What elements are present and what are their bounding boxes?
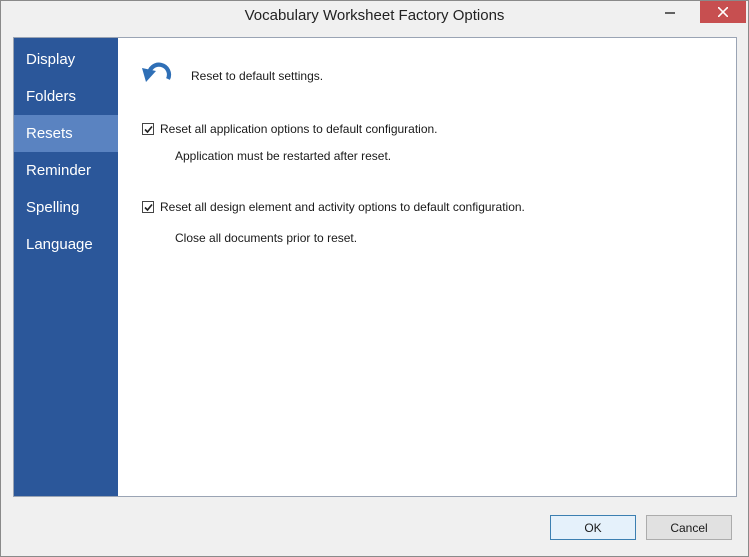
options-dialog: Vocabulary Worksheet Factory Options Dis… [0, 0, 749, 557]
restart-note: Application must be restarted after rese… [175, 149, 392, 163]
sidebar-item-reminder[interactable]: Reminder [14, 152, 118, 189]
checkbox-box[interactable] [142, 123, 154, 135]
reset-design-options-label: Reset all design element and activity op… [160, 200, 525, 214]
sidebar-item-spelling[interactable]: Spelling [14, 189, 118, 226]
minimize-icon [665, 12, 675, 14]
sidebar: Display Folders Resets Reminder Spelling… [14, 38, 118, 496]
checkbox-box[interactable] [142, 201, 154, 213]
close-documents-note: Close all documents prior to reset. [175, 231, 358, 245]
reset-heading: Reset to default settings. [191, 69, 324, 83]
options-panel: Display Folders Resets Reminder Spelling… [13, 37, 737, 497]
resets-page: Reset to default settings. Reset all app… [118, 38, 736, 496]
reset-design-options-checkbox[interactable]: Reset all design element and activity op… [142, 200, 525, 214]
close-button[interactable] [700, 1, 746, 23]
checkmark-icon [143, 125, 153, 133]
reset-app-options-label: Reset all application options to default… [160, 122, 438, 136]
checkmark-icon [143, 203, 153, 211]
reset-undo-icon [142, 62, 172, 82]
sidebar-item-folders[interactable]: Folders [14, 78, 118, 115]
minimize-button[interactable] [657, 1, 683, 23]
sidebar-item-language[interactable]: Language [14, 226, 118, 263]
ok-button[interactable]: OK [550, 515, 636, 540]
window-title: Vocabulary Worksheet Factory Options [244, 7, 505, 24]
title-bar: Vocabulary Worksheet Factory Options [1, 1, 748, 31]
reset-app-options-checkbox[interactable]: Reset all application options to default… [142, 122, 438, 136]
sidebar-item-display[interactable]: Display [14, 41, 118, 78]
cancel-button[interactable]: Cancel [646, 515, 732, 540]
sidebar-item-resets[interactable]: Resets [14, 115, 118, 152]
close-icon [718, 7, 728, 17]
